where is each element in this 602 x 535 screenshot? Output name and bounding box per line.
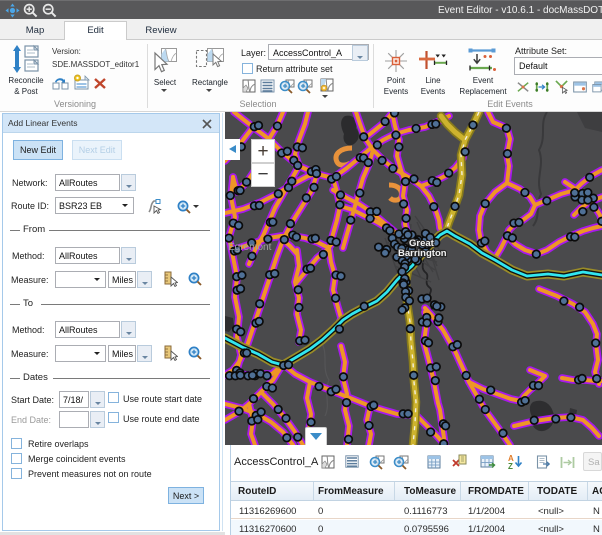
svg-text:Barrington: Barrington	[398, 248, 447, 259]
svg-text:Z: Z	[508, 462, 513, 469]
svg-text:Egremont: Egremont	[228, 242, 272, 253]
